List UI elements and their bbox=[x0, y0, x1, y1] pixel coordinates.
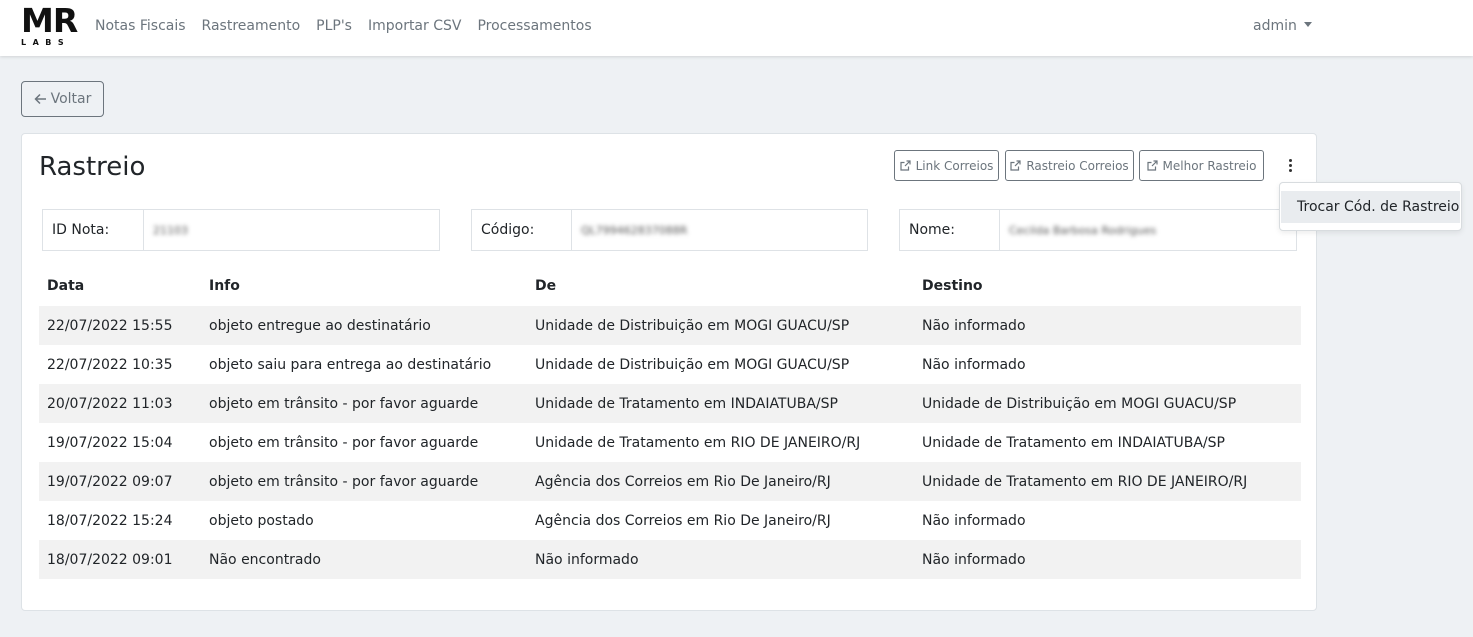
logo-main-text: MR bbox=[21, 1, 78, 40]
user-name: admin bbox=[1253, 18, 1297, 34]
table-row: 20/07/2022 11:03 objeto em trânsito - por… bbox=[39, 384, 1301, 423]
cell-de: Agência dos Correios em Rio De Janeiro/R… bbox=[535, 512, 831, 529]
back-button-label: Voltar bbox=[50, 91, 92, 107]
melhor-rastreio-button[interactable]: Melhor Rastreio bbox=[1139, 150, 1264, 181]
cell-destino: Não informado bbox=[922, 317, 1026, 334]
codigo-field: Código: QL799462837088R bbox=[471, 209, 868, 251]
id-nota-label: ID Nota: bbox=[43, 210, 144, 250]
cell-data: 22/07/2022 15:55 bbox=[47, 317, 173, 334]
cell-de: Unidade de Tratamento em RIO DE JANEIRO/… bbox=[535, 434, 861, 451]
cell-info: objeto postado bbox=[209, 512, 314, 529]
nome-label: Nome: bbox=[900, 210, 1000, 250]
actions-dropdown-menu: Trocar Cód. de Rastreio bbox=[1279, 182, 1462, 231]
cell-info: objeto entregue ao destinatário bbox=[209, 317, 431, 334]
id-nota-value: 21103 bbox=[153, 223, 188, 237]
cell-destino: Unidade de Tratamento em RIO DE JANEIRO/… bbox=[922, 473, 1248, 490]
cell-de: Unidade de Distribuição em MOGI GUACU/SP bbox=[535, 356, 850, 373]
column-header-info: Info bbox=[209, 278, 240, 294]
column-header-de: De bbox=[535, 278, 557, 294]
cell-de: Agência dos Correios em Rio De Janeiro/R… bbox=[535, 473, 831, 490]
codigo-value: QL799462837088R bbox=[581, 223, 688, 237]
logo-sub-text: LABS bbox=[21, 38, 71, 47]
rastreio-correios-button[interactable]: Rastreio Correios bbox=[1005, 150, 1134, 181]
cell-data: 19/07/2022 09:07 bbox=[47, 473, 173, 490]
mr-labs-logo[interactable]: MR LABS bbox=[21, 1, 78, 49]
cell-destino: Unidade de Tratamento em INDAIATUBA/SP bbox=[922, 434, 1225, 451]
kebab-vertical-icon[interactable] bbox=[1284, 154, 1296, 176]
cell-de: Unidade de Tratamento em INDAIATUBA/SP bbox=[535, 395, 838, 412]
external-link-icon bbox=[899, 160, 911, 171]
nav-link-plps[interactable]: PLP's bbox=[308, 17, 360, 35]
nav-link-notas-fiscais[interactable]: Notas Fiscais bbox=[87, 17, 194, 35]
caret-down-icon bbox=[1303, 22, 1312, 27]
cell-data: 19/07/2022 15:04 bbox=[47, 434, 173, 451]
cell-de: Unidade de Distribuição em MOGI GUACU/SP bbox=[535, 317, 850, 334]
cell-info: objeto em trânsito - por favor aguarde bbox=[209, 395, 479, 412]
table-row: 22/07/2022 15:55 objeto entregue ao desti… bbox=[39, 306, 1301, 345]
cell-info: objeto em trânsito - por favor aguarde bbox=[209, 434, 479, 451]
arrow-left-icon bbox=[34, 93, 46, 105]
table-row: 18/07/2022 09:01 Não encontrado Não inform… bbox=[39, 540, 1301, 579]
column-header-data: Data bbox=[47, 278, 85, 294]
nome-value: Cecilda Barbosa Rodrigues bbox=[1009, 223, 1157, 237]
table-row: 19/07/2022 09:07 objeto em trânsito - por… bbox=[39, 462, 1301, 501]
table-header-row: Data Info De Destino bbox=[39, 266, 1301, 306]
page-title: Rastreio bbox=[39, 152, 146, 182]
table-row: 18/07/2022 15:24 objeto postado Agência do… bbox=[39, 501, 1301, 540]
cell-destino: Não informado bbox=[922, 356, 1026, 373]
link-correios-button[interactable]: Link Correios bbox=[894, 150, 999, 181]
cell-destino: Unidade de Distribuição em MOGI GUACU/SP bbox=[922, 395, 1237, 412]
cell-de: Não informado bbox=[535, 551, 639, 568]
nav-links: Notas Fiscais Rastreamento PLP's Importa… bbox=[87, 17, 600, 35]
cell-destino: Não informado bbox=[922, 512, 1026, 529]
cell-info: Não encontrado bbox=[209, 551, 321, 568]
tracking-table: Data Info De Destino 22/07/2022 15:55 obj… bbox=[39, 266, 1301, 579]
cell-destino: Não informado bbox=[922, 551, 1026, 568]
external-link-icon bbox=[1146, 160, 1158, 171]
nav-link-rastreamento[interactable]: Rastreamento bbox=[194, 17, 309, 35]
nome-field: Nome: Cecilda Barbosa Rodrigues bbox=[899, 209, 1297, 251]
table-row: 22/07/2022 10:35 objeto saiu para entrega… bbox=[39, 345, 1301, 384]
column-header-destino: Destino bbox=[922, 278, 983, 294]
cell-data: 20/07/2022 11:03 bbox=[47, 395, 173, 412]
cell-info: objeto em trânsito - por favor aguarde bbox=[209, 473, 479, 490]
back-button[interactable]: Voltar bbox=[21, 81, 104, 117]
link-correios-label: Link Correios bbox=[915, 158, 994, 173]
nav-link-importar-csv[interactable]: Importar CSV bbox=[360, 17, 470, 35]
user-menu[interactable]: admin bbox=[1253, 17, 1312, 35]
cell-data: 22/07/2022 10:35 bbox=[47, 356, 173, 373]
codigo-label: Código: bbox=[472, 210, 572, 250]
tracking-card: Rastreio Link Correios Rastreio Correios… bbox=[21, 133, 1317, 611]
external-link-icon bbox=[1010, 160, 1021, 171]
melhor-rastreio-label: Melhor Rastreio bbox=[1162, 158, 1257, 173]
cell-info: objeto saiu para entrega ao destinatário bbox=[209, 356, 492, 373]
top-navbar: MR LABS Notas Fiscais Rastreamento PLP's… bbox=[0, 0, 1473, 56]
cell-data: 18/07/2022 09:01 bbox=[47, 551, 173, 568]
cell-data: 18/07/2022 15:24 bbox=[47, 512, 173, 529]
table-row: 19/07/2022 15:04 objeto em trânsito - por… bbox=[39, 423, 1301, 462]
trocar-codigo-menu-item[interactable]: Trocar Cód. de Rastreio bbox=[1281, 191, 1460, 223]
nav-link-processamentos[interactable]: Processamentos bbox=[469, 17, 599, 35]
rastreio-correios-label: Rastreio Correios bbox=[1026, 158, 1129, 173]
id-nota-field: ID Nota: 21103 bbox=[42, 209, 440, 251]
